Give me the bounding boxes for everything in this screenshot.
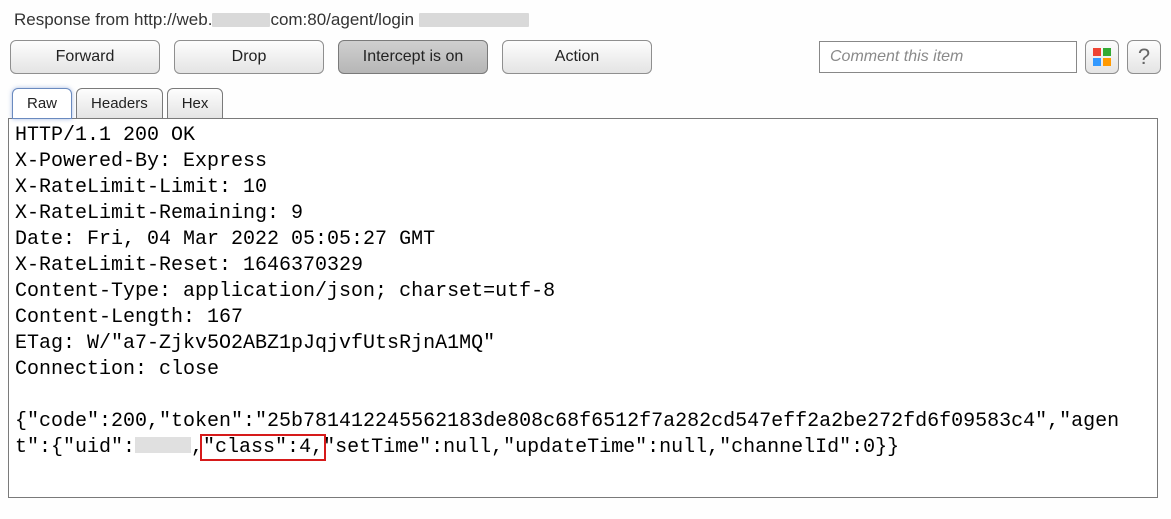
help-button[interactable]: ? — [1127, 40, 1161, 74]
response-text-tail: "setTime":null,"updateTime":null,"channe… — [323, 436, 899, 459]
color-grid-icon — [1093, 48, 1111, 66]
response-text: HTTP/1.1 200 OK X-Powered-By: Express X-… — [15, 124, 1119, 459]
highlighted-fragment: "class":4, — [203, 436, 323, 459]
title-prefix: Response from http://web. — [14, 10, 212, 29]
tab-headers[interactable]: Headers — [76, 88, 163, 119]
toolbar: Forward Drop Intercept is on Action ? — [8, 40, 1163, 88]
tab-raw[interactable]: Raw — [12, 88, 72, 119]
tab-hex[interactable]: Hex — [167, 88, 224, 119]
redacted-host — [212, 13, 270, 27]
help-icon: ? — [1138, 44, 1150, 70]
action-button[interactable]: Action — [502, 40, 652, 74]
drop-button[interactable]: Drop — [174, 40, 324, 74]
view-tabs: Raw Headers Hex — [8, 88, 1163, 119]
redacted-suffix — [419, 13, 529, 27]
comment-input[interactable] — [819, 41, 1077, 73]
raw-response-view[interactable]: HTTP/1.1 200 OK X-Powered-By: Express X-… — [8, 118, 1158, 498]
highlight-color-button[interactable] — [1085, 40, 1119, 74]
intercept-toggle-button[interactable]: Intercept is on — [338, 40, 488, 74]
title-mid: com:80/agent/login — [270, 10, 414, 29]
forward-button[interactable]: Forward — [10, 40, 160, 74]
redacted-uid — [135, 437, 191, 453]
response-title: Response from http://web. com:80/agent/lo… — [8, 6, 1163, 40]
